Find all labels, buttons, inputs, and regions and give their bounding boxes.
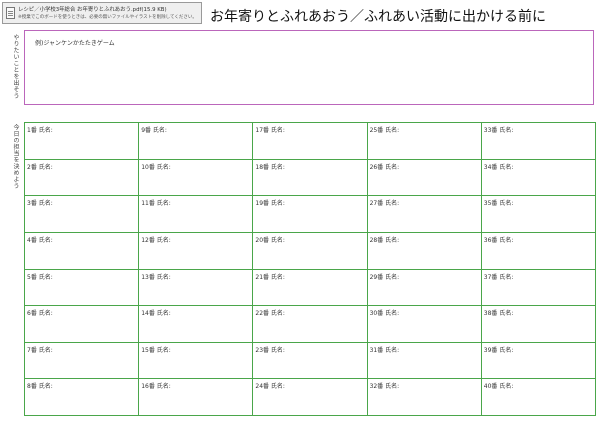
grid-cell[interactable]: 37番 氏名: — [481, 269, 596, 307]
grid-cell-label: 34番 氏名: — [483, 163, 514, 171]
grid-cell[interactable]: 6番 氏名: — [25, 306, 140, 343]
grid-cell[interactable]: 11番 氏名: — [139, 196, 254, 233]
grid-cell-label: 28番 氏名: — [369, 236, 400, 244]
ideas-box-text: 例)ジャンケンかたたきゲーム — [35, 40, 115, 47]
grid-cell-label: 24番 氏名: — [255, 383, 285, 391]
grid-cell[interactable]: 35番 氏名: — [481, 196, 596, 233]
grid-cell-label: 40番 氏名: — [483, 383, 514, 391]
grid-cell[interactable]: 20番 氏名: — [253, 232, 368, 270]
grid-cell-label: 4番 氏名: — [27, 236, 53, 244]
grid-cell-label: 5番 氏名: — [27, 273, 53, 281]
grid-cell-label: 38番 氏名: — [483, 310, 514, 318]
grid-cell-label: 8番 氏名: — [27, 383, 53, 391]
grid-cell-label: 18番 氏名: — [255, 163, 285, 171]
grid-cell-label: 14番 氏名: — [141, 310, 171, 318]
document-icon — [6, 7, 15, 19]
grid-cell[interactable]: 13番 氏名: — [139, 269, 254, 307]
grid-cell[interactable]: 8番 氏名: — [25, 379, 140, 416]
grid-cell-label: 29番 氏名: — [369, 273, 400, 281]
grid-cell-label: 10番 氏名: — [141, 163, 171, 171]
grid-cell-label: 2番 氏名: — [27, 163, 53, 171]
grid-cell[interactable]: 40番 氏名: — [481, 379, 596, 416]
grid-cell-label: 13番 氏名: — [141, 273, 171, 281]
grid-cell[interactable]: 38番 氏名: — [481, 306, 596, 343]
ideas-box[interactable]: 例)ジャンケンかたたきゲーム — [24, 30, 594, 105]
grid-cell-label: 16番 氏名: — [141, 383, 171, 391]
grid-cell[interactable]: 15番 氏名: — [139, 342, 254, 380]
grid-cell[interactable]: 31番 氏名: — [367, 342, 482, 380]
grid-cell[interactable]: 36番 氏名: — [481, 232, 596, 270]
grid-cell-label: 35番 氏名: — [483, 200, 514, 208]
grid-cell-label: 3番 氏名: — [27, 200, 53, 208]
grid-cell-label: 36番 氏名: — [483, 236, 514, 244]
grid-cell-label: 19番 氏名: — [255, 200, 285, 208]
grid-cell-label: 12番 氏名: — [141, 236, 171, 244]
grid-cell[interactable]: 25番 氏名: — [367, 123, 482, 160]
grid-cell[interactable]: 34番 氏名: — [481, 159, 596, 197]
grid-cell[interactable]: 28番 氏名: — [367, 232, 482, 270]
grid-cell-label: 22番 氏名: — [255, 310, 285, 318]
grid-cell-label: 11番 氏名: — [141, 200, 171, 208]
grid-cell[interactable]: 29番 氏名: — [367, 269, 482, 307]
grid-cell-label: 39番 氏名: — [483, 346, 514, 354]
grid-cell[interactable]: 21番 氏名: — [253, 269, 368, 307]
grid-cell[interactable]: 7番 氏名: — [25, 342, 140, 380]
grid-cell-label: 26番 氏名: — [369, 163, 400, 171]
grid-cell[interactable]: 4番 氏名: — [25, 232, 140, 270]
grid-cell-label: 23番 氏名: — [255, 346, 285, 354]
grid-cell[interactable]: 27番 氏名: — [367, 196, 482, 233]
name-grid: 1番 氏名: 2番 氏名: 3番 氏名: 4番 氏名: 5番 氏名: 6番 氏名: 7番 氏… — [24, 122, 596, 416]
grid-cell[interactable]: 24番 氏名: — [253, 379, 368, 416]
grid-cell-label: 33番 氏名: — [483, 127, 514, 134]
grid-cell-label: 9番 氏名: — [141, 127, 167, 134]
grid-cell[interactable]: 16番 氏名: — [139, 379, 254, 416]
grid-cell-label: 20番 氏名: — [255, 236, 285, 244]
grid-cell[interactable]: 9番 氏名: — [139, 123, 254, 160]
grid-cell[interactable]: 17番 氏名: — [253, 123, 368, 160]
grid-cell-label: 15番 氏名: — [141, 346, 171, 354]
side-label-bottom: 今日の担当を決めよう — [12, 124, 19, 189]
grid-cell[interactable]: 19番 氏名: — [253, 196, 368, 233]
file-attachment[interactable]: レシピ／小学校3年総合 お年寄りとふれあおう.pdf(15.9 KB) ※授業で… — [2, 2, 202, 24]
grid-cell-label: 31番 氏名: — [369, 346, 400, 354]
grid-cell-label: 25番 氏名: — [369, 127, 400, 134]
grid-cell-label: 30番 氏名: — [369, 310, 400, 318]
grid-cell-label: 17番 氏名: — [255, 127, 285, 134]
file-note: ※授業でこのボードを使うときは、必要の無いファイルやイラストを削除してください。 — [18, 15, 197, 20]
grid-cell[interactable]: 12番 氏名: — [139, 232, 254, 270]
file-link[interactable]: レシピ／小学校3年総合 お年寄りとふれあおう.pdf(15.9 KB) — [18, 5, 167, 13]
page-title: お年寄りとふれあおう／ふれあい活動に出かける前に — [210, 9, 546, 25]
side-label-top: やりたいことを出そう — [12, 34, 19, 99]
grid-cell-label: 32番 氏名: — [369, 383, 400, 391]
grid-cell-label: 21番 氏名: — [255, 273, 285, 281]
grid-cell[interactable]: 1番 氏名: — [25, 123, 140, 160]
grid-cell[interactable]: 39番 氏名: — [481, 342, 596, 380]
grid-cell[interactable]: 26番 氏名: — [367, 159, 482, 197]
grid-cell[interactable]: 3番 氏名: — [25, 196, 140, 233]
grid-cell[interactable]: 30番 氏名: — [367, 306, 482, 343]
grid-cell[interactable]: 2番 氏名: — [25, 159, 140, 197]
grid-cell[interactable]: 32番 氏名: — [367, 379, 482, 416]
grid-cell[interactable]: 14番 氏名: — [139, 306, 254, 343]
grid-cell[interactable]: 23番 氏名: — [253, 342, 368, 380]
grid-cell-label: 37番 氏名: — [483, 273, 514, 281]
grid-cell[interactable]: 33番 氏名: — [481, 123, 596, 160]
grid-cell-label: 7番 氏名: — [27, 346, 53, 354]
grid-cell[interactable]: 18番 氏名: — [253, 159, 368, 197]
grid-cell-label: 27番 氏名: — [369, 200, 400, 208]
grid-cell-label: 1番 氏名: — [27, 127, 53, 134]
grid-cell-label: 6番 氏名: — [27, 310, 53, 318]
grid-cell[interactable]: 22番 氏名: — [253, 306, 368, 343]
grid-cell[interactable]: 10番 氏名: — [139, 159, 254, 197]
grid-cell[interactable]: 5番 氏名: — [25, 269, 140, 307]
